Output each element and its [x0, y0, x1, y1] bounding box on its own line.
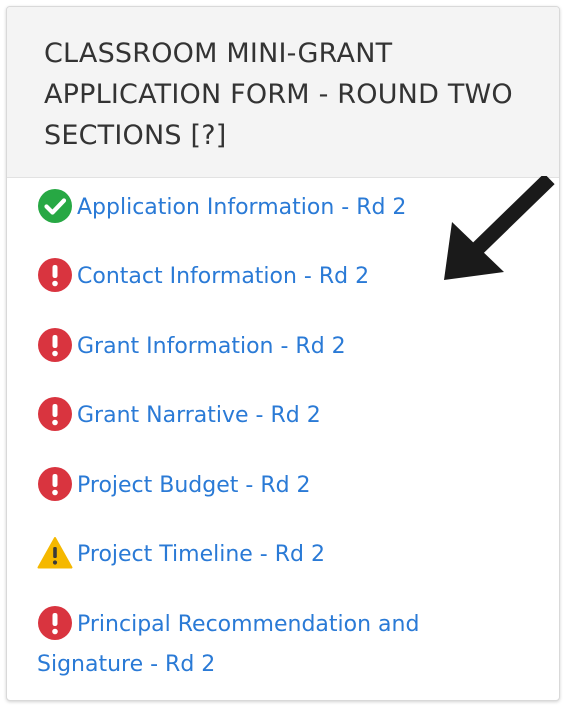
check-circle-icon: [37, 188, 73, 224]
section-label: Project Budget - Rd 2: [77, 473, 311, 498]
section-link-principal-recommendation[interactable]: Principal Recommendation and Signature -…: [37, 605, 507, 685]
section-label: Project Timeline - Rd 2: [77, 542, 325, 567]
section-label: Grant Narrative - Rd 2: [77, 403, 321, 428]
panel-header: CLASSROOM MINI-GRANT APPLICATION FORM - …: [7, 7, 559, 178]
section-link-project-budget[interactable]: Project Budget - Rd 2: [37, 466, 537, 506]
warning-triangle-icon: [37, 535, 73, 571]
section-label: Grant Information - Rd 2: [77, 334, 346, 359]
section-link-grant-information[interactable]: Grant Information - Rd 2: [37, 327, 537, 367]
exclamation-circle-icon: [37, 327, 73, 363]
arrow-pointer-icon: [436, 173, 556, 288]
panel-title: CLASSROOM MINI-GRANT APPLICATION FORM - …: [44, 33, 524, 156]
sections-panel: CLASSROOM MINI-GRANT APPLICATION FORM - …: [6, 6, 560, 701]
exclamation-circle-icon: [37, 466, 73, 502]
section-link-project-timeline[interactable]: Project Timeline - Rd 2: [37, 535, 537, 575]
section-label: Principal Recommendation and Signature -…: [37, 612, 420, 677]
section-label: Contact Information - Rd 2: [77, 264, 370, 289]
panel-title-text: CLASSROOM MINI-GRANT APPLICATION FORM - …: [44, 38, 513, 151]
exclamation-circle-icon: [37, 257, 73, 293]
section-link-grant-narrative[interactable]: Grant Narrative - Rd 2: [37, 396, 537, 436]
exclamation-circle-icon: [37, 396, 73, 432]
exclamation-circle-icon: [37, 605, 73, 641]
section-label: Application Information - Rd 2: [77, 195, 407, 220]
help-link[interactable]: [?]: [191, 120, 227, 151]
